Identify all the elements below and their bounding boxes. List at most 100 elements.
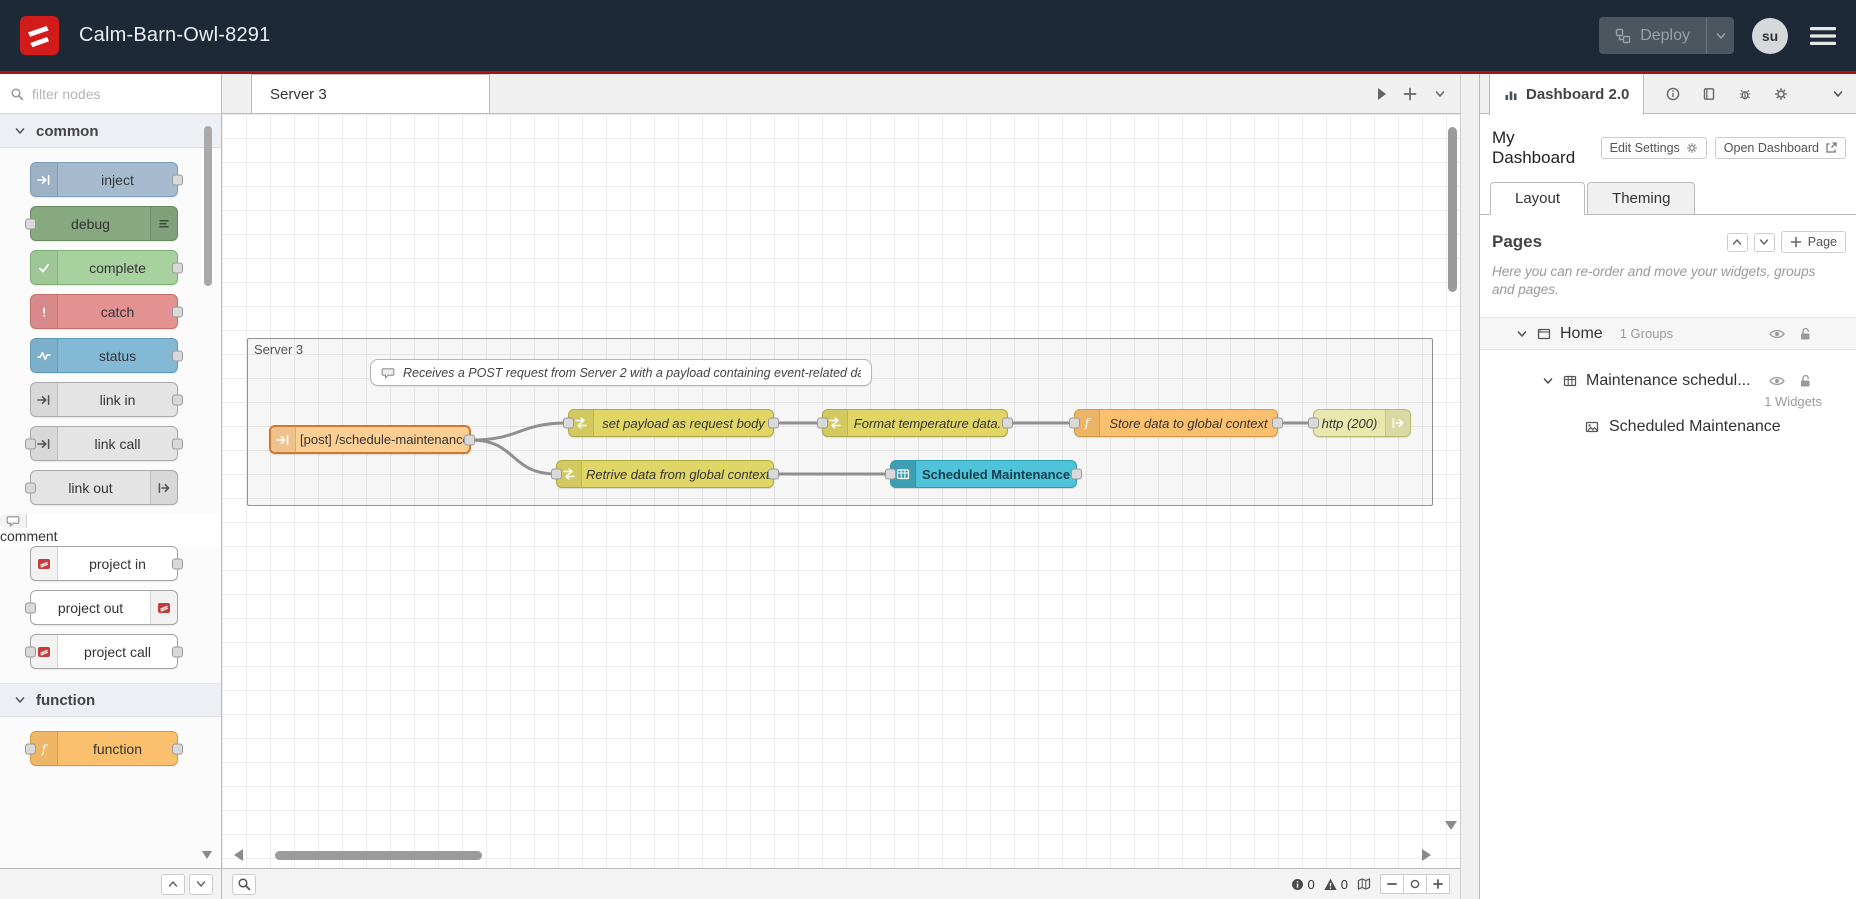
palette-node-link-out[interactable]: link out	[25, 470, 178, 505]
output-port[interactable]	[1071, 468, 1082, 480]
output-port[interactable]	[172, 262, 183, 273]
visibility-icon[interactable]	[1769, 328, 1785, 340]
palette-node-catch[interactable]: catch	[30, 294, 183, 329]
palette-category-common[interactable]: common	[0, 114, 221, 148]
palette-category-function[interactable]: function	[0, 683, 221, 717]
collapse-pages-button[interactable]	[1726, 232, 1748, 252]
input-port[interactable]	[1069, 417, 1080, 429]
output-port[interactable]	[172, 743, 183, 754]
sidebar-tab-config-icon[interactable]	[1774, 87, 1788, 101]
tree-row-widget-scheduled-maintenance[interactable]: Scheduled Maintenance	[1480, 418, 1856, 436]
input-port[interactable]	[1308, 417, 1319, 429]
minimap-toggle-button[interactable]	[1357, 877, 1371, 891]
search-flows-button[interactable]	[232, 873, 256, 895]
comment-node[interactable]: Receives a POST request from Server 2 wi…	[370, 359, 872, 386]
palette-search-input[interactable]	[32, 85, 211, 102]
sidebar-resize-handle[interactable]	[1460, 74, 1480, 899]
visibility-icon[interactable]	[1769, 375, 1785, 387]
input-port[interactable]	[25, 218, 36, 229]
input-port[interactable]	[551, 468, 562, 480]
edit-settings-button[interactable]: Edit Settings	[1600, 137, 1707, 159]
input-port[interactable]	[25, 602, 36, 613]
flow-list-button[interactable]	[1434, 88, 1446, 100]
expand-all-categories-button[interactable]	[189, 873, 213, 895]
palette-node-comment[interactable]: comment	[0, 514, 221, 546]
palette-node-link-in[interactable]: link in	[30, 382, 183, 417]
canvas-scroll-left-icon[interactable]	[234, 849, 243, 861]
palette-node-function[interactable]: f function	[25, 731, 183, 766]
node-format-temperature[interactable]: Format temperature data.	[817, 409, 1013, 437]
error-count[interactable]: 0	[1291, 877, 1315, 892]
unlock-icon[interactable]	[1798, 327, 1812, 341]
node-store-global[interactable]: f Store data to global context	[1069, 409, 1283, 437]
user-avatar[interactable]: su	[1752, 17, 1788, 54]
input-port[interactable]	[25, 482, 36, 493]
node-set-payload[interactable]: set payload as request body	[563, 409, 779, 437]
tab-scroll-right-icon[interactable]	[1378, 87, 1386, 100]
output-port[interactable]	[172, 174, 183, 185]
input-port[interactable]	[885, 468, 896, 480]
add-flow-button[interactable]	[1403, 87, 1417, 101]
palette-node-status[interactable]: status	[30, 338, 183, 373]
tab-theming[interactable]: Theming	[1587, 182, 1696, 215]
palette-scroll-area[interactable]: common inject debug complete catch statu…	[0, 114, 221, 868]
output-port[interactable]	[172, 306, 183, 317]
sidebar-tab-help-icon[interactable]	[1702, 87, 1716, 101]
zoom-out-button[interactable]	[1380, 874, 1404, 894]
deploy-options-button[interactable]	[1706, 17, 1734, 54]
input-port[interactable]	[25, 438, 36, 449]
tree-row-group-maintenance[interactable]: Maintenance schedul... 1 Widgets	[1480, 372, 1856, 409]
node-http-in[interactable]: [post] /schedule-maintenance	[269, 425, 475, 454]
output-port[interactable]	[172, 438, 183, 449]
zoom-in-button[interactable]	[1426, 874, 1450, 894]
output-port[interactable]	[464, 434, 475, 445]
zoom-reset-button[interactable]	[1403, 874, 1427, 894]
palette-node-project-out[interactable]: project out	[25, 590, 178, 625]
palette-node-debug[interactable]: debug	[25, 206, 178, 241]
output-port[interactable]	[172, 394, 183, 405]
canvas-scroll-down-icon[interactable]	[1445, 821, 1457, 830]
palette-scroll-down-icon[interactable]	[202, 851, 212, 859]
input-port[interactable]	[25, 646, 36, 657]
input-port[interactable]	[817, 417, 828, 429]
palette-node-link-call[interactable]: link call	[25, 426, 183, 461]
input-port[interactable]	[563, 417, 574, 429]
expand-pages-button[interactable]	[1753, 232, 1775, 252]
chevron-down-icon[interactable]	[1516, 328, 1528, 340]
output-port[interactable]	[172, 350, 183, 361]
palette-node-project-in[interactable]: project in	[30, 546, 183, 581]
output-port[interactable]	[768, 468, 779, 480]
palette-node-inject[interactable]: inject	[30, 162, 183, 197]
open-dashboard-button[interactable]: Open Dashboard	[1714, 137, 1846, 159]
output-port[interactable]	[1272, 417, 1283, 429]
palette-node-project-call[interactable]: project call	[25, 634, 183, 669]
node-http-response[interactable]: http (200)	[1308, 409, 1411, 437]
unlock-icon[interactable]	[1798, 374, 1812, 388]
tab-layout[interactable]: Layout	[1490, 182, 1586, 215]
palette-scrollbar[interactable]	[204, 126, 212, 286]
node-table-widget[interactable]: Scheduled Maintenance	[885, 460, 1082, 488]
input-port[interactable]	[25, 743, 36, 754]
output-port[interactable]	[172, 558, 183, 569]
main-menu-button[interactable]	[1806, 22, 1840, 50]
chevron-down-icon[interactable]	[1542, 375, 1554, 387]
sidebar-tab-dashboard[interactable]: Dashboard 2.0	[1489, 74, 1645, 115]
node-retrieve-global[interactable]: Retrive data from global context	[551, 460, 779, 488]
warning-count[interactable]: 0	[1324, 877, 1348, 892]
sidebar-menu-icon[interactable]	[1832, 88, 1844, 100]
canvas-scroll-right-icon[interactable]	[1422, 849, 1431, 861]
canvas-vertical-scrollbar[interactable]	[1448, 127, 1457, 292]
add-page-button[interactable]: Page	[1780, 231, 1846, 253]
flow-tab-server3[interactable]: Server 3	[251, 74, 490, 113]
sidebar-tab-debug-icon[interactable]	[1738, 87, 1752, 101]
output-port[interactable]	[768, 417, 779, 429]
sidebar-tab-info-icon[interactable]	[1666, 87, 1680, 101]
output-port[interactable]	[172, 646, 183, 657]
palette-node-complete[interactable]: complete	[30, 250, 183, 285]
collapse-all-categories-button[interactable]	[161, 873, 185, 895]
deploy-button[interactable]: Deploy	[1599, 17, 1734, 54]
canvas-horizontal-scrollbar[interactable]	[275, 851, 482, 860]
tree-row-page-home[interactable]: Home 1 Groups	[1480, 317, 1856, 351]
flow-canvas[interactable]: Server 3 Receives a POST request from Se…	[222, 114, 1460, 868]
output-port[interactable]	[1002, 417, 1013, 429]
